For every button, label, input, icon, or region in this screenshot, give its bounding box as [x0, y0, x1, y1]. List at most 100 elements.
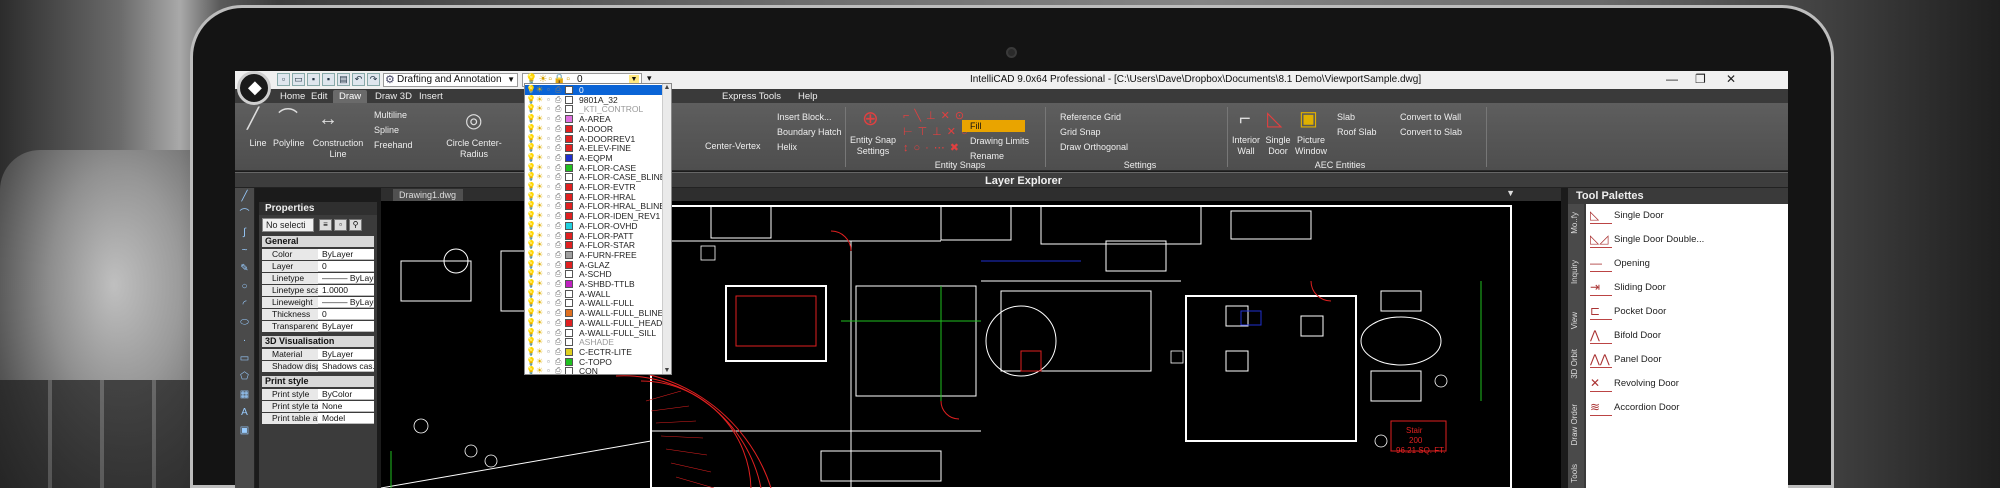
property-row[interactable]: Lineweight——— ByLayer: [262, 297, 374, 308]
layer-lock-icon[interactable]: ▫: [547, 318, 550, 328]
draw-orthogonal-button[interactable]: Draw Orthogonal: [1060, 142, 1128, 153]
fill-button[interactable]: Fill: [970, 121, 982, 132]
layer-item[interactable]: 💡 ☀ ▫ ⎙ A-WALL: [525, 289, 663, 299]
layer-item[interactable]: 💡 ☀ ▫ ⎙ A-AREA: [525, 114, 663, 124]
layer-freeze-icon[interactable]: ☀: [536, 328, 543, 338]
insert-block-button[interactable]: Insert Block...: [777, 112, 832, 123]
layer-print-icon[interactable]: ⎙: [555, 318, 561, 328]
layer-on-icon[interactable]: 💡: [526, 308, 536, 318]
layer-on-icon[interactable]: 💡: [526, 201, 536, 211]
tool-palette-item[interactable]: ◺ Single Door: [1586, 204, 1788, 228]
grid-snap-button[interactable]: Grid Snap: [1060, 127, 1101, 138]
layer-on-icon[interactable]: 💡: [526, 231, 536, 241]
property-value[interactable]: ——— ByLayer: [320, 273, 374, 284]
tab-draw-3d[interactable]: Draw 3D: [369, 90, 418, 103]
entity-snap-settings-button[interactable]: Entity Snap Settings: [849, 135, 897, 157]
layer-color-swatch[interactable]: [565, 95, 573, 104]
layer-on-icon[interactable]: 💡: [526, 366, 536, 374]
layer-freeze-icon[interactable]: ☀: [536, 192, 543, 202]
layer-item[interactable]: 💡 ☀ ▫ ⎙ 9801A_32: [525, 95, 663, 105]
tab-insert[interactable]: Insert: [413, 90, 449, 103]
property-row[interactable]: Layer 0: [262, 261, 374, 272]
layer-print-icon[interactable]: ⎙: [555, 172, 561, 182]
layer-item[interactable]: 💡 ☀ ▫ ⎙ ASHADE: [525, 337, 663, 347]
layer-item[interactable]: 💡 ☀ ▫ ⎙ A-EQPM: [525, 153, 663, 163]
layer-freeze-icon[interactable]: ☀: [536, 163, 543, 173]
layer-on-icon[interactable]: 💡: [526, 182, 536, 192]
layer-lock-icon[interactable]: ▫: [547, 260, 550, 270]
layer-freeze-icon[interactable]: ☀: [536, 95, 543, 105]
layer-on-icon[interactable]: 💡: [526, 337, 536, 347]
property-value[interactable]: ByLayer: [320, 349, 374, 360]
print-icon[interactable]: ▤: [337, 73, 350, 86]
select-objects-icon[interactable]: ▫: [334, 219, 347, 231]
layer-freeze-icon[interactable]: ☀: [536, 104, 543, 114]
scroll-up-icon[interactable]: ▲: [663, 84, 671, 93]
layer-freeze-icon[interactable]: ☀: [536, 240, 543, 250]
layer-item[interactable]: 💡 ☀ ▫ ⎙ A-WALL-FULL_HEAD: [525, 318, 663, 328]
layer-lock-icon[interactable]: ▫: [547, 124, 550, 134]
property-value[interactable]: 1.0000: [320, 285, 374, 296]
quick-select-icon[interactable]: ⚲: [349, 219, 362, 231]
layer-freeze-icon[interactable]: ☀: [536, 211, 543, 221]
layer-color-swatch[interactable]: [565, 134, 573, 143]
layer-freeze-icon[interactable]: ☀: [536, 201, 543, 211]
layer-print-icon[interactable]: ⎙: [555, 104, 561, 114]
layer-item[interactable]: 💡 ☀ ▫ ⎙ C-TOPO: [525, 357, 663, 367]
layer-lock-icon[interactable]: ▫: [547, 153, 550, 163]
polyline-button[interactable]: Polyline: [273, 138, 305, 149]
layer-print-icon[interactable]: ⎙: [555, 231, 561, 241]
drawing-limits-button[interactable]: Drawing Limits: [970, 136, 1029, 147]
layer-lock-icon[interactable]: ▫: [547, 172, 550, 182]
layer-freeze-icon[interactable]: ☀: [536, 298, 543, 308]
layer-print-icon[interactable]: ⎙: [555, 347, 561, 357]
layer-color-swatch[interactable]: [565, 309, 573, 318]
layer-print-icon[interactable]: ⎙: [555, 124, 561, 134]
property-row[interactable]: Linetype scale1.0000: [262, 285, 374, 296]
layer-scrollbar[interactable]: ▲ ▼: [662, 84, 671, 374]
block-tool-icon[interactable]: ▣: [235, 422, 254, 440]
layer-lock-icon[interactable]: ▫: [547, 366, 550, 374]
layer-lock-icon[interactable]: ▫: [547, 104, 550, 114]
toggle-pickadd-icon[interactable]: ≡: [319, 219, 332, 231]
layer-on-icon[interactable]: 💡: [526, 269, 536, 279]
layer-print-icon[interactable]: ⎙: [555, 182, 561, 192]
layer-on-icon[interactable]: 💡: [526, 114, 536, 124]
layer-freeze-icon[interactable]: ☀: [536, 231, 543, 241]
single-door-button[interactable]: Single Door: [1263, 135, 1293, 157]
point-tool-icon[interactable]: ·: [235, 332, 254, 350]
layer-item[interactable]: 💡 ☀ ▫ ⎙ A-SCHD: [525, 269, 663, 279]
layer-item[interactable]: 💡 ☀ ▫ ⎙ A-DOORREV1: [525, 134, 663, 144]
tab-help[interactable]: Help: [792, 90, 824, 103]
layer-color-swatch[interactable]: [565, 212, 573, 221]
layer-item[interactable]: 💡 ☀ ▫ ⎙ C-ECTR-LITE: [525, 347, 663, 357]
layer-color-swatch[interactable]: [565, 299, 573, 308]
layer-print-icon[interactable]: ⎙: [555, 134, 561, 144]
layer-freeze-icon[interactable]: ☀: [536, 279, 543, 289]
layer-color-swatch[interactable]: [565, 173, 573, 182]
layer-lock-icon[interactable]: ▫: [547, 269, 550, 279]
layer-print-icon[interactable]: ⎙: [555, 357, 561, 367]
layer-freeze-icon[interactable]: ☀: [536, 337, 543, 347]
layer-freeze-icon[interactable]: ☀: [536, 85, 543, 95]
layer-color-swatch[interactable]: [565, 241, 573, 250]
layer-color-swatch[interactable]: [565, 367, 573, 374]
layer-color-swatch[interactable]: [565, 270, 573, 279]
layer-color-swatch[interactable]: [565, 260, 573, 269]
layer-freeze-icon[interactable]: ☀: [536, 182, 543, 192]
layer-color-swatch[interactable]: [565, 231, 573, 240]
layer-print-icon[interactable]: ⎙: [555, 289, 561, 299]
tab-tools[interactable]: Tools: [1570, 464, 1582, 483]
layer-on-icon[interactable]: 💡: [526, 104, 536, 114]
layer-on-icon[interactable]: 💡: [526, 134, 536, 144]
property-value[interactable]: 0: [320, 261, 374, 272]
property-value[interactable]: ByColor: [320, 389, 374, 400]
layer-print-icon[interactable]: ⎙: [555, 328, 561, 338]
open-folder-icon[interactable]: ▭: [292, 73, 305, 86]
slab-button[interactable]: Slab: [1337, 112, 1355, 123]
tab-modify[interactable]: Mo..fy: [1570, 212, 1582, 234]
layer-on-icon[interactable]: 💡: [526, 318, 536, 328]
layer-color-swatch[interactable]: [565, 86, 573, 94]
layer-print-icon[interactable]: ⎙: [555, 260, 561, 270]
redo-icon[interactable]: ↷: [367, 73, 380, 86]
